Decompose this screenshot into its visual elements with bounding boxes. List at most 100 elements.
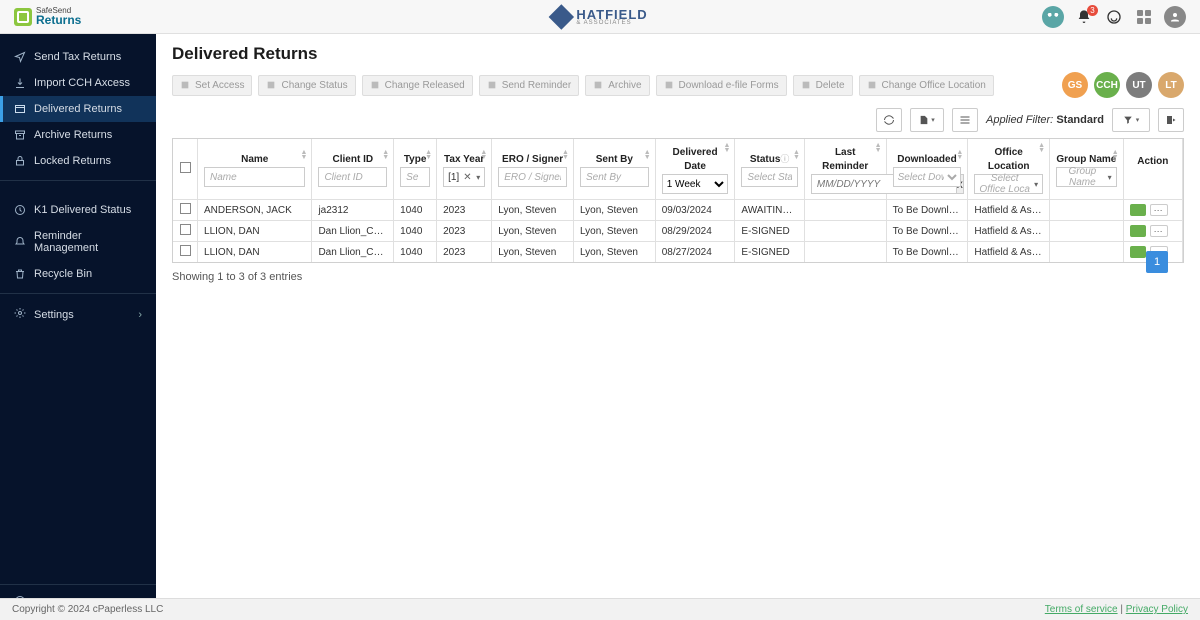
toolbar-change-status[interactable]: Change Status [258, 75, 355, 96]
send-icon [14, 51, 26, 63]
clear-taxyear-icon[interactable]: ✕ [463, 172, 471, 183]
toolbar-set-access[interactable]: Set Access [172, 75, 252, 96]
select-all-checkbox[interactable] [180, 162, 191, 173]
user-badge-ut[interactable]: UT [1126, 72, 1152, 98]
filter-taxyear[interactable]: [1]✕▾ [443, 167, 485, 187]
col-status[interactable]: Status [750, 154, 781, 165]
page-1-button[interactable]: 1 [1146, 251, 1168, 273]
k1-icon [14, 204, 26, 216]
topbar: SafeSend Returns HATFIELD & ASSOCIATES 3 [0, 0, 1200, 34]
filter-status[interactable] [741, 167, 797, 187]
filter-sentby[interactable] [580, 167, 649, 187]
toolbar-change-released[interactable]: Change Released [362, 75, 473, 96]
cell-ero: Lyon, Steven [492, 200, 574, 221]
export-right-button[interactable] [1158, 108, 1184, 132]
company-logo: HATFIELD & ASSOCIATES [552, 7, 647, 26]
sidebar-settings[interactable]: Settings › [0, 300, 156, 329]
col-sentby[interactable]: Sent By [596, 154, 633, 165]
returns-table: Name▲▼ Client ID▲▼ Type▲▼ Tax Year▲▼ [1]… [172, 138, 1184, 263]
table-row[interactable]: LLION, DANDan Llion_CCH_1...10402023Lyon… [173, 242, 1183, 263]
cell-downloaded: To Be Downloaded [886, 200, 968, 221]
toolbar-send-reminder[interactable]: Send Reminder [479, 75, 579, 96]
row-more-icon[interactable]: ⋯ [1150, 204, 1168, 216]
filter-button[interactable]: ▾ [1112, 108, 1150, 132]
filter-group[interactable]: Group Name▾ [1056, 167, 1117, 187]
filter-office[interactable]: Select Office Loca▾ [974, 174, 1043, 194]
row-action-icon[interactable] [1130, 204, 1146, 216]
table-row[interactable]: ANDERSON, JACKja231210402023Lyon, Steven… [173, 200, 1183, 221]
toolbar-change-office-location[interactable]: Change Office Location [859, 75, 994, 96]
cell-office: Hatfield & Associ... [968, 242, 1050, 263]
col-taxyear[interactable]: Tax Year [444, 154, 484, 165]
filter-delivered[interactable]: 1 Week [662, 174, 729, 194]
sidebar-item-label: Delivered Returns [34, 103, 122, 115]
cell-group [1050, 200, 1124, 221]
privacy-link[interactable]: Privacy Policy [1126, 604, 1188, 615]
col-group[interactable]: Group Name [1056, 154, 1116, 165]
cell-year: 2023 [437, 200, 492, 221]
brand-icon [14, 8, 32, 26]
sidebar-item-reminder-management[interactable]: Reminder Management [0, 223, 156, 261]
sidebar-item-label: Archive Returns [34, 129, 112, 141]
col-client[interactable]: Client ID [333, 154, 374, 165]
trash-icon [14, 268, 26, 280]
cell-lastreminder [804, 221, 886, 242]
filter-ero[interactable] [498, 167, 567, 187]
col-ero[interactable]: ERO / Signer [502, 154, 563, 165]
user-badge-lt[interactable]: LT [1158, 72, 1184, 98]
cell-group [1050, 242, 1124, 263]
col-name[interactable]: Name [241, 154, 268, 165]
row-action-icon[interactable] [1130, 225, 1146, 237]
sidebar-item-delivered-returns[interactable]: Delivered Returns [0, 96, 156, 122]
toolbar-archive[interactable]: Archive [585, 75, 649, 96]
cell-ero: Lyon, Steven [492, 242, 574, 263]
brand-logo[interactable]: SafeSend Returns [14, 7, 81, 26]
filter-type[interactable] [400, 167, 430, 187]
row-checkbox[interactable] [180, 224, 191, 235]
col-downloaded[interactable]: Downloaded [897, 154, 956, 165]
user-badge-gs[interactable]: GS [1062, 72, 1088, 98]
filter-downloaded[interactable]: Select Down [893, 167, 962, 187]
cell-lastreminder [804, 200, 886, 221]
user-badge-cch[interactable]: CCH [1094, 72, 1120, 98]
notifications-icon[interactable]: 3 [1074, 7, 1094, 27]
toolbar-delete[interactable]: Delete [793, 75, 853, 96]
sidebar: Send Tax ReturnsImport CCH Axcess Deliver… [0, 34, 156, 620]
columns-button[interactable] [952, 108, 978, 132]
cell-year: 2023 [437, 242, 492, 263]
filter-name[interactable] [204, 167, 305, 187]
sidebar-item-archive-returns[interactable]: Archive Returns [0, 122, 156, 148]
footer: Copyright © 2024 cPaperless LLC Terms of… [0, 598, 1200, 620]
filter-client[interactable] [318, 167, 387, 187]
shuffle-icon [266, 80, 276, 90]
assistant-icon[interactable] [1042, 6, 1064, 28]
import-icon [14, 77, 26, 89]
col-type[interactable]: Type [404, 154, 427, 165]
refresh-button[interactable] [876, 108, 902, 132]
cell-type: 1040 [394, 221, 437, 242]
row-checkbox[interactable] [180, 203, 191, 214]
cell-sentby: Lyon, Steven [573, 221, 655, 242]
apps-icon[interactable] [1134, 7, 1154, 27]
main-content: Delivered Returns Set AccessChange Statu… [156, 34, 1200, 598]
col-action: Action [1137, 156, 1168, 167]
table-row[interactable]: LLION, DANDan Llion_CCH_1...10402023Lyon… [173, 221, 1183, 242]
terms-link[interactable]: Terms of service [1045, 604, 1118, 615]
sidebar-item-import-cch-axcess[interactable]: Import CCH Axcess [0, 70, 156, 96]
toolbar-download-e-file-forms[interactable]: Download e-file Forms [656, 75, 787, 96]
col-last-reminder[interactable]: Last Reminder [822, 147, 868, 172]
cell-lastreminder [804, 242, 886, 263]
sidebar-item-k1-delivered-status[interactable]: K1 Delivered Status [0, 197, 156, 223]
export-button[interactable]: ▾ [910, 108, 944, 132]
row-action-icon[interactable] [1130, 246, 1146, 258]
col-office[interactable]: Office Location [988, 147, 1030, 172]
sidebar-item-locked-returns[interactable]: Locked Returns [0, 148, 156, 174]
sidebar-item-send-tax-returns[interactable]: Send Tax Returns [0, 44, 156, 70]
row-checkbox[interactable] [180, 245, 191, 256]
sidebar-item-recycle-bin[interactable]: Recycle Bin [0, 261, 156, 287]
settings-label: Settings [34, 309, 74, 321]
user-avatar[interactable] [1164, 6, 1186, 28]
col-delivered[interactable]: Delivered Date [673, 147, 718, 172]
row-more-icon[interactable]: ⋯ [1150, 225, 1168, 237]
support-icon[interactable] [1104, 7, 1124, 27]
